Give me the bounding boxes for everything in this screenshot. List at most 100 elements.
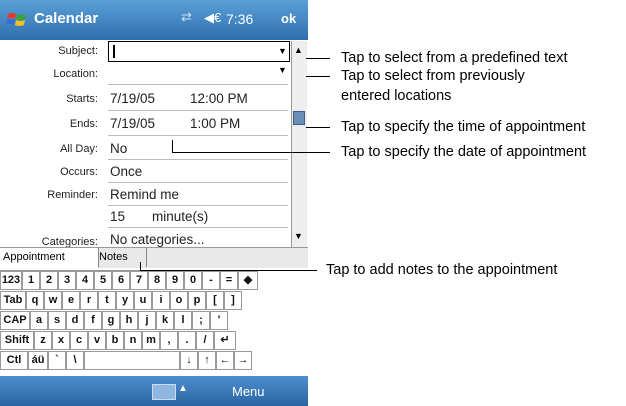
key-f[interactable]: f — [84, 311, 102, 330]
key-6[interactable]: 6 — [112, 271, 130, 290]
arrow-up-key[interactable]: ↑ — [198, 351, 216, 370]
key-sym[interactable]: . — [178, 331, 196, 350]
key-5[interactable]: 5 — [94, 271, 112, 290]
key-cap[interactable]: CAP — [0, 311, 30, 330]
key-m[interactable]: m — [142, 331, 160, 350]
key-sym[interactable]: ' — [210, 311, 228, 330]
scroll-thumb[interactable] — [293, 111, 305, 125]
pocketpc-device: Calendar ⇄ ◀€ 7:36 ok Subject: ▼ Locatio… — [0, 0, 308, 406]
key-shift[interactable]: Shift — [0, 331, 34, 350]
key-o[interactable]: o — [170, 291, 188, 310]
key-sym[interactable]: ; — [192, 311, 210, 330]
key-b[interactable]: b — [106, 331, 124, 350]
occurs-value[interactable]: Once — [110, 164, 142, 179]
ends-time[interactable]: 1:00 PM — [190, 116, 240, 131]
key-j[interactable]: j — [138, 311, 156, 330]
key-sym[interactable]: \ — [66, 351, 84, 370]
key-123[interactable]: 123 — [0, 271, 22, 290]
key-2[interactable]: 2 — [40, 271, 58, 290]
space-key[interactable] — [84, 351, 180, 370]
key-0[interactable]: 0 — [184, 271, 202, 290]
key-8[interactable]: 8 — [148, 271, 166, 290]
scroll-down-icon[interactable]: ▼ — [294, 231, 303, 241]
key-sym[interactable]: ` — [48, 351, 66, 370]
reminder-label: Reminder: — [47, 189, 98, 201]
location-dropdown-icon[interactable]: ▼ — [278, 65, 287, 75]
starts-label: Starts: — [66, 93, 98, 105]
key-a[interactable]: a — [30, 311, 48, 330]
key-d[interactable]: d — [66, 311, 84, 330]
callout-line-time — [306, 127, 330, 128]
callout-line-subject — [306, 58, 330, 59]
key-i[interactable]: i — [152, 291, 170, 310]
subject-input[interactable] — [108, 41, 290, 62]
input-selector-icon[interactable]: ▲ — [178, 383, 188, 394]
ends-date[interactable]: 7/19/05 — [110, 116, 155, 131]
key-sym[interactable]: , — [160, 331, 178, 350]
clock-time[interactable]: 7:36 — [226, 11, 253, 27]
reminder-amount[interactable]: 15 — [110, 209, 125, 224]
key-u[interactable]: u — [134, 291, 152, 310]
key-s[interactable]: s — [48, 311, 66, 330]
connectivity-icon[interactable]: ⇄ — [181, 9, 192, 25]
allday-value[interactable]: No — [110, 141, 127, 156]
key-h[interactable]: h — [120, 311, 138, 330]
text-caret — [113, 45, 115, 58]
key-t[interactable]: t — [98, 291, 116, 310]
enter-key[interactable]: ↵ — [214, 331, 236, 350]
key-q[interactable]: q — [26, 291, 44, 310]
arrow-down-key[interactable]: ↓ — [180, 351, 198, 370]
key-l[interactable]: l — [174, 311, 192, 330]
key-e[interactable]: e — [62, 291, 80, 310]
key-sym[interactable]: = — [220, 271, 238, 290]
key-sym[interactable]: - — [202, 271, 220, 290]
key-tab[interactable]: Tab — [0, 291, 26, 310]
key-p[interactable]: p — [188, 291, 206, 310]
key-k[interactable]: k — [156, 311, 174, 330]
menu-button[interactable]: Menu — [232, 384, 265, 399]
windows-start-icon[interactable] — [6, 9, 28, 31]
title-bar: Calendar ⇄ ◀€ 7:36 ok — [0, 0, 308, 40]
key-sym[interactable]: [ — [206, 291, 224, 310]
key-9[interactable]: 9 — [166, 271, 184, 290]
reminder-unit[interactable]: minute(s) — [152, 209, 208, 224]
key-c[interactable]: c — [70, 331, 88, 350]
location-field[interactable] — [108, 84, 288, 85]
starts-date[interactable]: 7/19/05 — [110, 91, 155, 106]
callout-line-notes-tick — [140, 262, 141, 271]
form-scrollbar[interactable]: ▲ ▼ — [291, 41, 307, 247]
divider — [108, 110, 288, 111]
key-4[interactable]: 4 — [76, 271, 94, 290]
backspace-key[interactable]: ◆ — [238, 271, 258, 290]
arrow-right-key[interactable]: → — [234, 351, 252, 370]
key-z[interactable]: z — [34, 331, 52, 350]
subject-dropdown-icon[interactable]: ▼ — [278, 46, 287, 56]
volume-icon[interactable]: ◀€ — [204, 10, 221, 26]
key-3[interactable]: 3 — [58, 271, 76, 290]
key-sym[interactable]: ] — [224, 291, 242, 310]
key-y[interactable]: y — [116, 291, 134, 310]
key-n[interactable]: n — [124, 331, 142, 350]
scroll-up-icon[interactable]: ▲ — [294, 45, 303, 55]
key-sym[interactable]: / — [196, 331, 214, 350]
callout-line-date-tick — [172, 140, 173, 153]
key-w[interactable]: w — [44, 291, 62, 310]
tab-appointment[interactable]: Appointment — [0, 248, 99, 268]
starts-time[interactable]: 12:00 PM — [190, 91, 248, 106]
callout-location-2: entered locations — [341, 88, 452, 104]
arrow-left-key[interactable]: ← — [216, 351, 234, 370]
categories-value[interactable]: No categories... — [110, 232, 205, 247]
key-v[interactable]: v — [88, 331, 106, 350]
reminder-value[interactable]: Remind me — [110, 187, 179, 202]
key-1[interactable]: 1 — [22, 271, 40, 290]
menu-bar: ▲ Menu — [0, 376, 308, 406]
key-7[interactable]: 7 — [130, 271, 148, 290]
ends-label: Ends: — [69, 118, 98, 130]
key-sym[interactable]: áü — [28, 351, 48, 370]
ok-button[interactable]: ok — [281, 11, 296, 26]
key-r[interactable]: r — [80, 291, 98, 310]
key-ctl[interactable]: Ctl — [0, 351, 28, 370]
key-g[interactable]: g — [102, 311, 120, 330]
keyboard-icon[interactable] — [152, 384, 176, 400]
key-x[interactable]: x — [52, 331, 70, 350]
